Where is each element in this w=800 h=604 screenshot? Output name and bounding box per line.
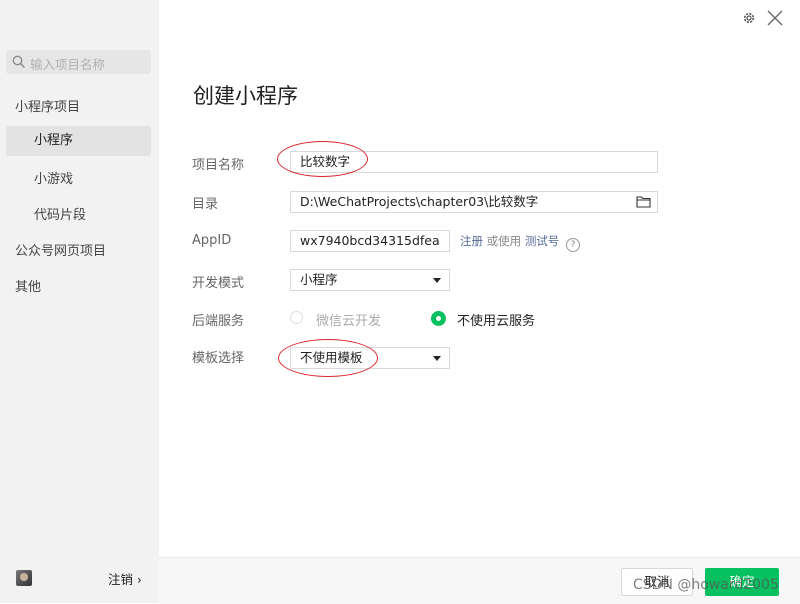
- test-account-link[interactable]: 测试号: [525, 234, 560, 248]
- directory-label: 目录: [192, 197, 219, 212]
- appid-select[interactable]: wx7940bcd34315dfea: [290, 230, 450, 252]
- folder-icon[interactable]: [636, 195, 651, 208]
- radio-cloud-dev-label: 微信云开发: [316, 314, 382, 329]
- sidebar-item-code-snippet[interactable]: 代码片段: [34, 204, 86, 223]
- chevron-right-icon: ›: [137, 573, 142, 587]
- chevron-down-icon: [433, 356, 441, 361]
- sidebar: 输入项目名称 小程序项目 小程序 小游戏 代码片段 公众号网页项目 其他 注销 ›: [0, 0, 159, 603]
- radio-cloud-dev[interactable]: [290, 311, 303, 324]
- directory-input[interactable]: D:\WeChatProjects\chapter03\比较数字: [290, 191, 658, 213]
- radio-no-cloud[interactable]: [431, 311, 446, 326]
- window-controls: [720, 0, 800, 36]
- appid-value: wx7940bcd34315dfea: [300, 233, 440, 248]
- sidebar-section-official-account-web[interactable]: 公众号网页项目: [15, 240, 106, 259]
- page-title: 创建小程序: [193, 84, 298, 108]
- radio-no-cloud-label: 不使用云服务: [457, 314, 536, 329]
- logout-label: 注销: [108, 572, 134, 587]
- dev-mode-label: 开发模式: [192, 276, 245, 291]
- help-icon[interactable]: ?: [565, 238, 580, 252]
- directory-value: D:\WeChatProjects\chapter03\比较数字: [300, 194, 539, 209]
- sidebar-footer: 注销 ›: [0, 557, 159, 603]
- template-select[interactable]: 不使用模板: [290, 347, 450, 369]
- sidebar-section-other[interactable]: 其他: [15, 276, 41, 295]
- dev-mode-select[interactable]: 小程序: [290, 269, 450, 291]
- project-name-label: 项目名称: [192, 158, 245, 173]
- or-use-text: 或使用: [486, 234, 522, 248]
- chevron-down-icon: [433, 278, 441, 283]
- template-value: 不使用模板: [300, 350, 363, 365]
- appid-links: 注册 或使用 测试号 ?: [460, 233, 580, 252]
- avatar[interactable]: [16, 570, 32, 586]
- search-placeholder: 输入项目名称: [30, 57, 106, 72]
- project-name-value: 比较数字: [300, 154, 351, 169]
- logout-button[interactable]: 注销 ›: [108, 569, 142, 588]
- search-input[interactable]: 输入项目名称: [6, 50, 151, 74]
- appid-label: AppID: [192, 233, 232, 248]
- backend-label: 后端服务: [192, 314, 245, 329]
- dev-mode-value: 小程序: [300, 272, 338, 287]
- close-icon[interactable]: [766, 9, 784, 27]
- register-link[interactable]: 注册: [460, 234, 483, 248]
- template-label: 模板选择: [192, 351, 245, 366]
- gear-icon[interactable]: [742, 11, 756, 25]
- search-icon: [12, 55, 25, 68]
- project-name-input[interactable]: 比较数字: [290, 151, 658, 173]
- sidebar-item-miniprogram[interactable]: 小程序: [6, 126, 151, 156]
- watermark: CSDN @howard2005: [633, 577, 779, 593]
- sidebar-section-miniprogram-projects[interactable]: 小程序项目: [15, 96, 80, 115]
- sidebar-item-minigame[interactable]: 小游戏: [34, 168, 73, 187]
